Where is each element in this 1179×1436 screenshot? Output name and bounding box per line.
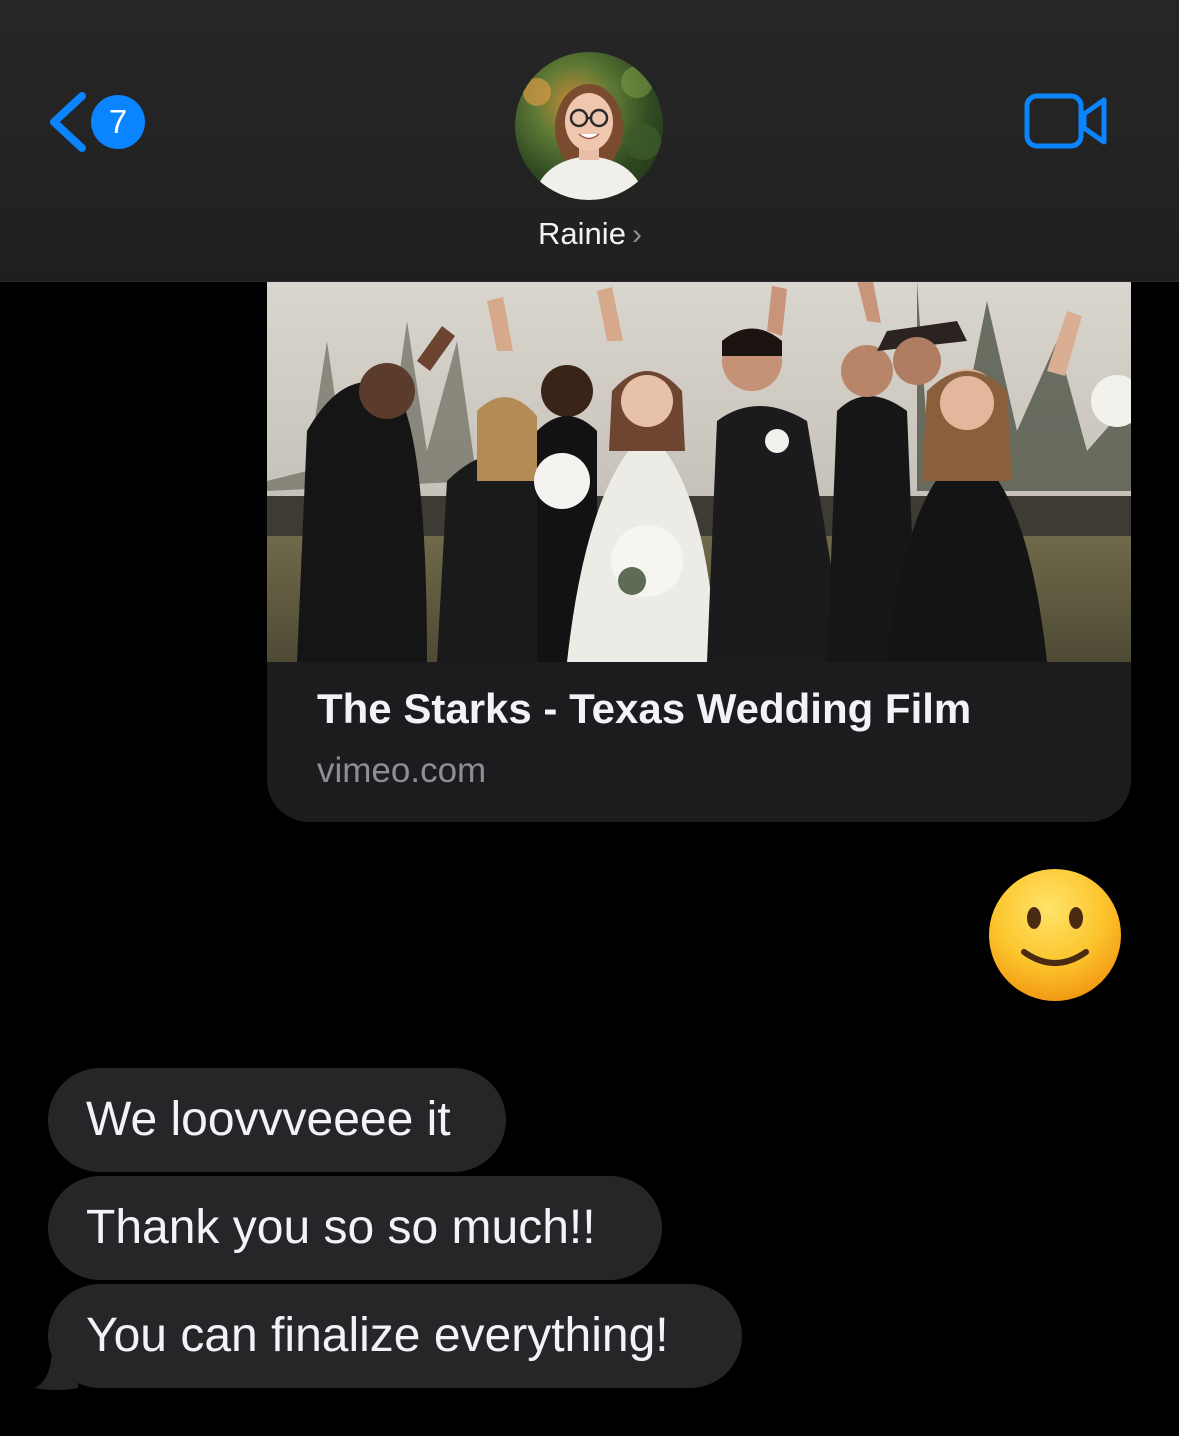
chevron-right-icon: ›: [631, 218, 642, 251]
slightly-smiling-face-emoji-icon[interactable]: [986, 866, 1124, 1004]
link-preview-title: The Starks - Texas Wedding Film: [317, 685, 972, 732]
chevron-left-icon: [50, 92, 86, 152]
link-preview-image: [267, 281, 1131, 662]
video-camera-icon: [1024, 93, 1107, 149]
link-preview-domain: vimeo.com: [317, 751, 487, 790]
contact-name: Rainie: [538, 216, 626, 251]
contact-info-button[interactable]: Rainie ›: [440, 48, 740, 268]
back-button[interactable]: 7: [44, 90, 154, 154]
conversation-header: 7 Rainie ›: [0, 0, 1179, 282]
incoming-message-bubble[interactable]: We loovvveeee it: [48, 1068, 506, 1172]
incoming-message-bubble[interactable]: Thank you so so much!!: [48, 1176, 662, 1280]
incoming-message-bubble[interactable]: You can finalize everything!: [48, 1284, 742, 1388]
contact-avatar: [515, 52, 663, 200]
video-call-button[interactable]: [1024, 92, 1110, 150]
link-preview-bubble[interactable]: The Starks - Texas Wedding Film vimeo.co…: [267, 281, 1131, 822]
unread-count-badge: 7: [91, 95, 145, 149]
